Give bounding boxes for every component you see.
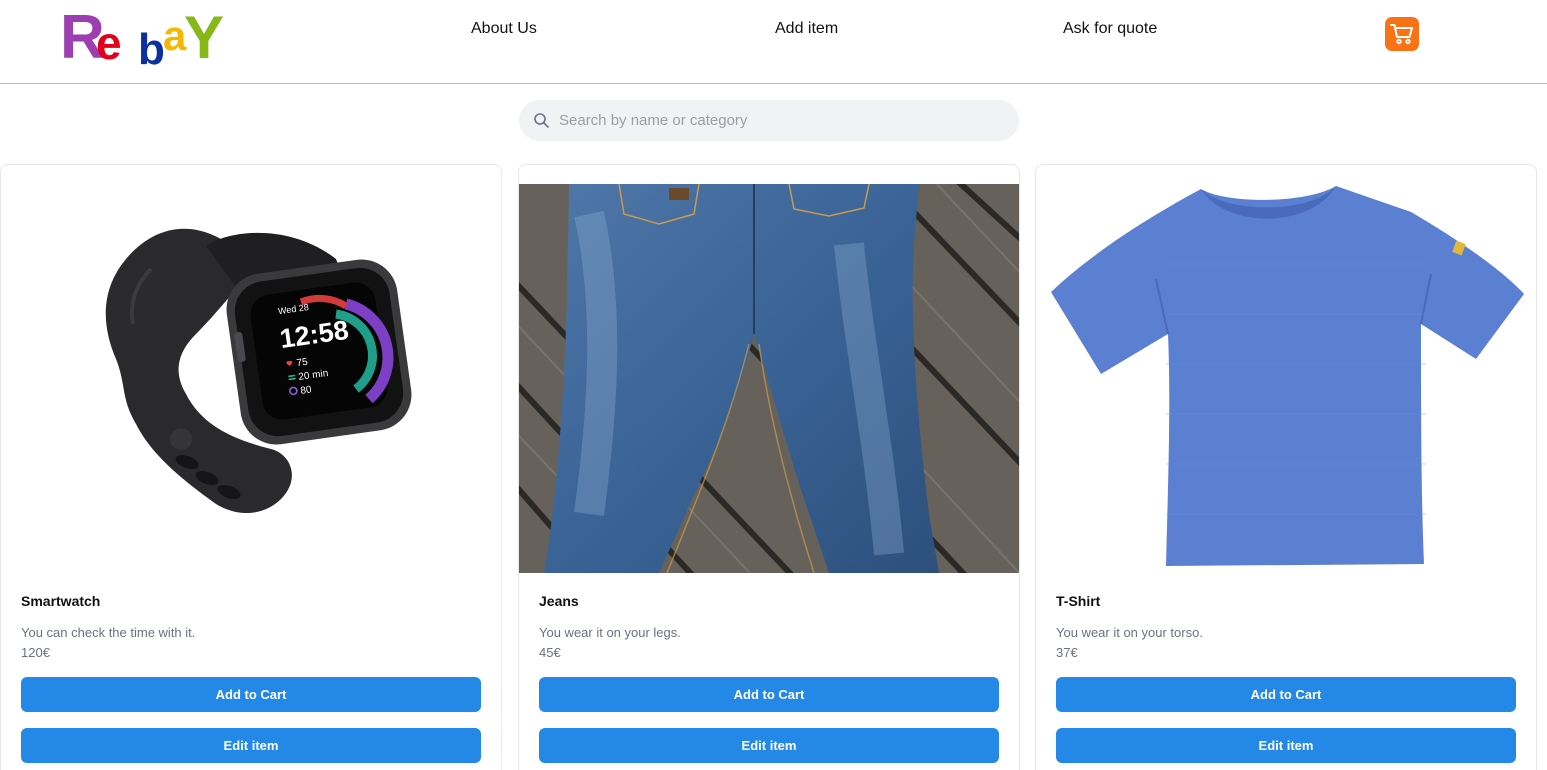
product-card: Jeans You wear it on your legs. 45€ Add … <box>518 164 1020 770</box>
add-to-cart-button[interactable]: Add to Cart <box>1056 677 1516 712</box>
product-image-jeans[interactable] <box>519 184 1019 573</box>
search-bar <box>519 100 1019 141</box>
product-price: 120€ <box>21 645 50 660</box>
product-name: Jeans <box>539 593 579 609</box>
smartwatch-image: Wed 28 12:58 75 20 min 80 <box>1 184 501 573</box>
product-price: 45€ <box>539 645 561 660</box>
edit-item-button[interactable]: Edit item <box>21 728 481 763</box>
product-card: Wed 28 12:58 75 20 min 80 Smartwatch You… <box>0 164 502 770</box>
product-image-smartwatch[interactable]: Wed 28 12:58 75 20 min 80 <box>1 184 501 573</box>
watch-heart-rate: 75 <box>296 357 309 370</box>
shopping-cart-icon <box>1390 24 1413 45</box>
svg-text:b: b <box>138 25 165 68</box>
nav-add-item[interactable]: Add item <box>775 20 838 38</box>
t-shirt-image <box>1036 184 1536 573</box>
product-description: You wear it on your torso. <box>1056 625 1203 640</box>
nav-ask-for-quote[interactable]: Ask for quote <box>1063 20 1157 38</box>
add-to-cart-button[interactable]: Add to Cart <box>21 677 481 712</box>
edit-item-button[interactable]: Edit item <box>539 728 999 763</box>
cart-button[interactable] <box>1385 17 1419 51</box>
rebay-logo-image: R e b a Y <box>60 3 224 74</box>
product-image-t-shirt[interactable] <box>1036 184 1536 573</box>
add-to-cart-button[interactable]: Add to Cart <box>539 677 999 712</box>
top-navbar: R e b a Y About Us Add item Ask for quot… <box>0 0 1547 84</box>
product-description: You can check the time with it. <box>21 625 196 640</box>
nav-about-us[interactable]: About Us <box>471 20 537 38</box>
svg-text:Y: Y <box>184 4 224 68</box>
rebay-logo[interactable]: R e b a Y <box>60 2 240 74</box>
product-description: You wear it on your legs. <box>539 625 681 640</box>
product-card: T-Shirt You wear it on your torso. 37€ A… <box>1035 164 1537 770</box>
product-name: Smartwatch <box>21 593 101 609</box>
svg-text:e: e <box>96 17 122 68</box>
edit-item-button[interactable]: Edit item <box>1056 728 1516 763</box>
search-icon <box>534 113 549 128</box>
product-name: T-Shirt <box>1056 593 1101 609</box>
jeans-image <box>519 184 1019 573</box>
search-input[interactable] <box>559 100 1009 141</box>
product-price: 37€ <box>1056 645 1078 660</box>
watch-sleep-score: 80 <box>300 384 313 397</box>
